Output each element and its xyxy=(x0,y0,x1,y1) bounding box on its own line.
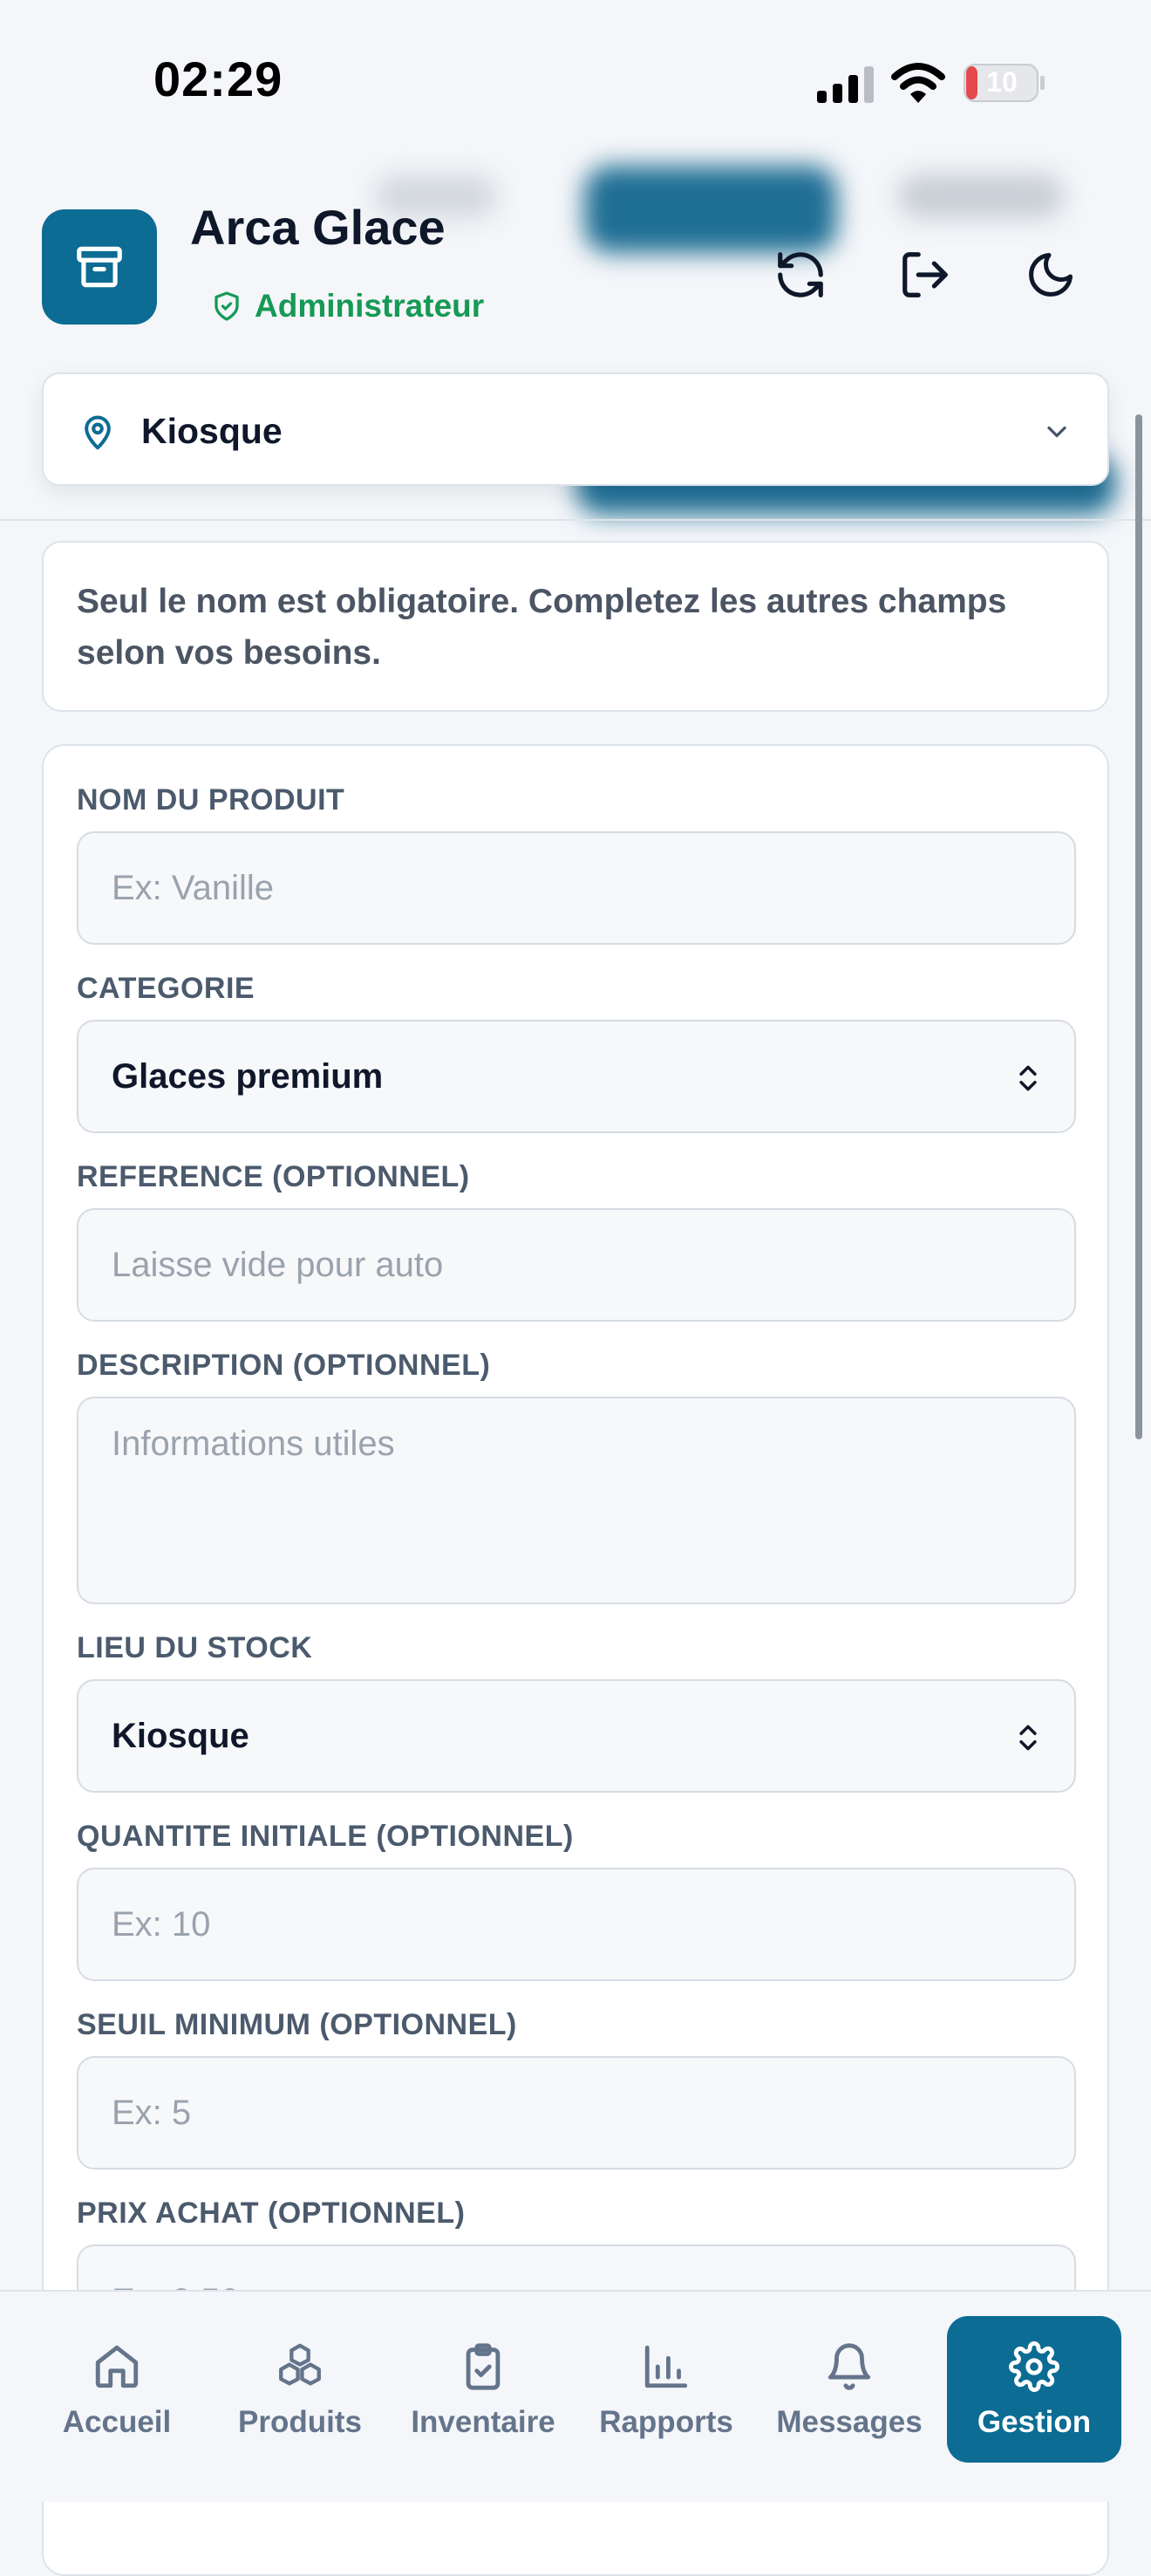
clipboard-check-icon xyxy=(466,2343,501,2390)
wifi-icon xyxy=(891,63,945,103)
reference-input[interactable]: Laisse vide pour auto xyxy=(77,1208,1076,1322)
nav-item-messages[interactable]: Messages xyxy=(762,2316,936,2463)
reference-placeholder: Laisse vide pour auto xyxy=(112,1245,444,1284)
boxes-icon xyxy=(279,2343,321,2386)
bar-chart-icon xyxy=(644,2345,688,2388)
chevron-down-icon xyxy=(1047,426,1066,438)
category-select[interactable]: Glaces premium xyxy=(77,1020,1076,1133)
product-name-input[interactable]: Ex: Vanille xyxy=(77,831,1076,945)
status-bar: 02:29 10 xyxy=(0,0,1151,161)
initial-qty-label: QUANTITE INITIALE (OPTIONNEL) xyxy=(77,1820,574,1853)
category-label: CATEGORIE xyxy=(77,972,255,1005)
nav-item-accueil[interactable]: Accueil xyxy=(30,2316,204,2463)
shield-check-icon xyxy=(215,291,239,321)
app-logo xyxy=(42,209,157,325)
battery-icon: 10 xyxy=(963,63,1046,103)
initial-qty-placeholder: Ex: 10 xyxy=(112,1904,211,1944)
gear-icon xyxy=(1009,2341,1059,2392)
cellular-signal-icon xyxy=(817,66,874,103)
purchase-price-label: PRIX ACHAT (OPTIONNEL) xyxy=(77,2197,466,2230)
product-name-placeholder: Ex: Vanille xyxy=(112,868,275,907)
location-select[interactable]: Kiosque xyxy=(42,372,1109,486)
bell-icon xyxy=(827,2343,871,2390)
chevrons-up-down-icon xyxy=(1019,1725,1037,1751)
min-threshold-label: SEUIL MINIMUM (OPTIONNEL) xyxy=(77,2008,517,2041)
archive-icon xyxy=(77,246,122,288)
initial-qty-input[interactable]: Ex: 10 xyxy=(77,1868,1076,1981)
home-icon xyxy=(95,2345,139,2388)
role-badge: Administrateur xyxy=(211,288,484,325)
refresh-button[interactable] xyxy=(761,236,840,314)
category-value: Glaces premium xyxy=(112,1056,384,1096)
logout-button[interactable] xyxy=(886,236,964,314)
background-ghost xyxy=(898,174,1064,218)
nav-label: Messages xyxy=(776,2405,923,2439)
product-name-label: NOM DU PRODUIT xyxy=(77,783,345,817)
min-threshold-placeholder: Ex: 5 xyxy=(112,2093,192,2132)
nav-label: Inventaire xyxy=(411,2405,555,2439)
battery-level: 10 xyxy=(986,66,1018,98)
location-value: Kiosque xyxy=(141,411,283,451)
status-time: 02:29 xyxy=(153,51,283,106)
description-textarea[interactable]: Informations utiles xyxy=(77,1397,1076,1604)
app-title: Arca Glace xyxy=(190,200,446,255)
theme-toggle-button[interactable] xyxy=(1011,236,1090,314)
nav-label: Gestion xyxy=(977,2405,1092,2439)
nav-item-gestion[interactable]: Gestion xyxy=(947,2316,1121,2463)
stock-location-select[interactable]: Kiosque xyxy=(77,1679,1076,1793)
refresh-icon xyxy=(778,252,823,297)
nav-item-rapports[interactable]: Rapports xyxy=(579,2316,753,2463)
min-threshold-input[interactable]: Ex: 5 xyxy=(77,2056,1076,2169)
info-text: Seul le nom est obligatoire. Completez l… xyxy=(77,583,1007,672)
map-pin-icon xyxy=(85,415,111,450)
description-label: DESCRIPTION (OPTIONNEL) xyxy=(77,1349,491,1382)
moon-icon xyxy=(1029,253,1073,297)
nav-label: Rapports xyxy=(599,2405,733,2439)
header-divider xyxy=(0,519,1151,521)
nav-label: Accueil xyxy=(62,2405,172,2439)
logout-icon xyxy=(902,252,948,297)
info-card: Seul le nom est obligatoire. Completez l… xyxy=(42,541,1109,712)
reference-label: REFERENCE (OPTIONNEL) xyxy=(77,1160,470,1193)
scrollbar[interactable] xyxy=(1135,414,1142,1439)
chevrons-up-down-icon xyxy=(1019,1065,1037,1091)
bottom-nav: Accueil Produits Inventaire Rapports Mes… xyxy=(0,2290,1151,2502)
stock-location-value: Kiosque xyxy=(112,1716,249,1755)
description-placeholder: Informations utiles xyxy=(112,1425,395,1463)
stock-location-label: LIEU DU STOCK xyxy=(77,1631,313,1664)
nav-label: Produits xyxy=(238,2405,362,2439)
nav-item-inventaire[interactable]: Inventaire xyxy=(396,2316,570,2463)
role-label: Administrateur xyxy=(255,288,485,324)
nav-item-produits[interactable]: Produits xyxy=(213,2316,387,2463)
